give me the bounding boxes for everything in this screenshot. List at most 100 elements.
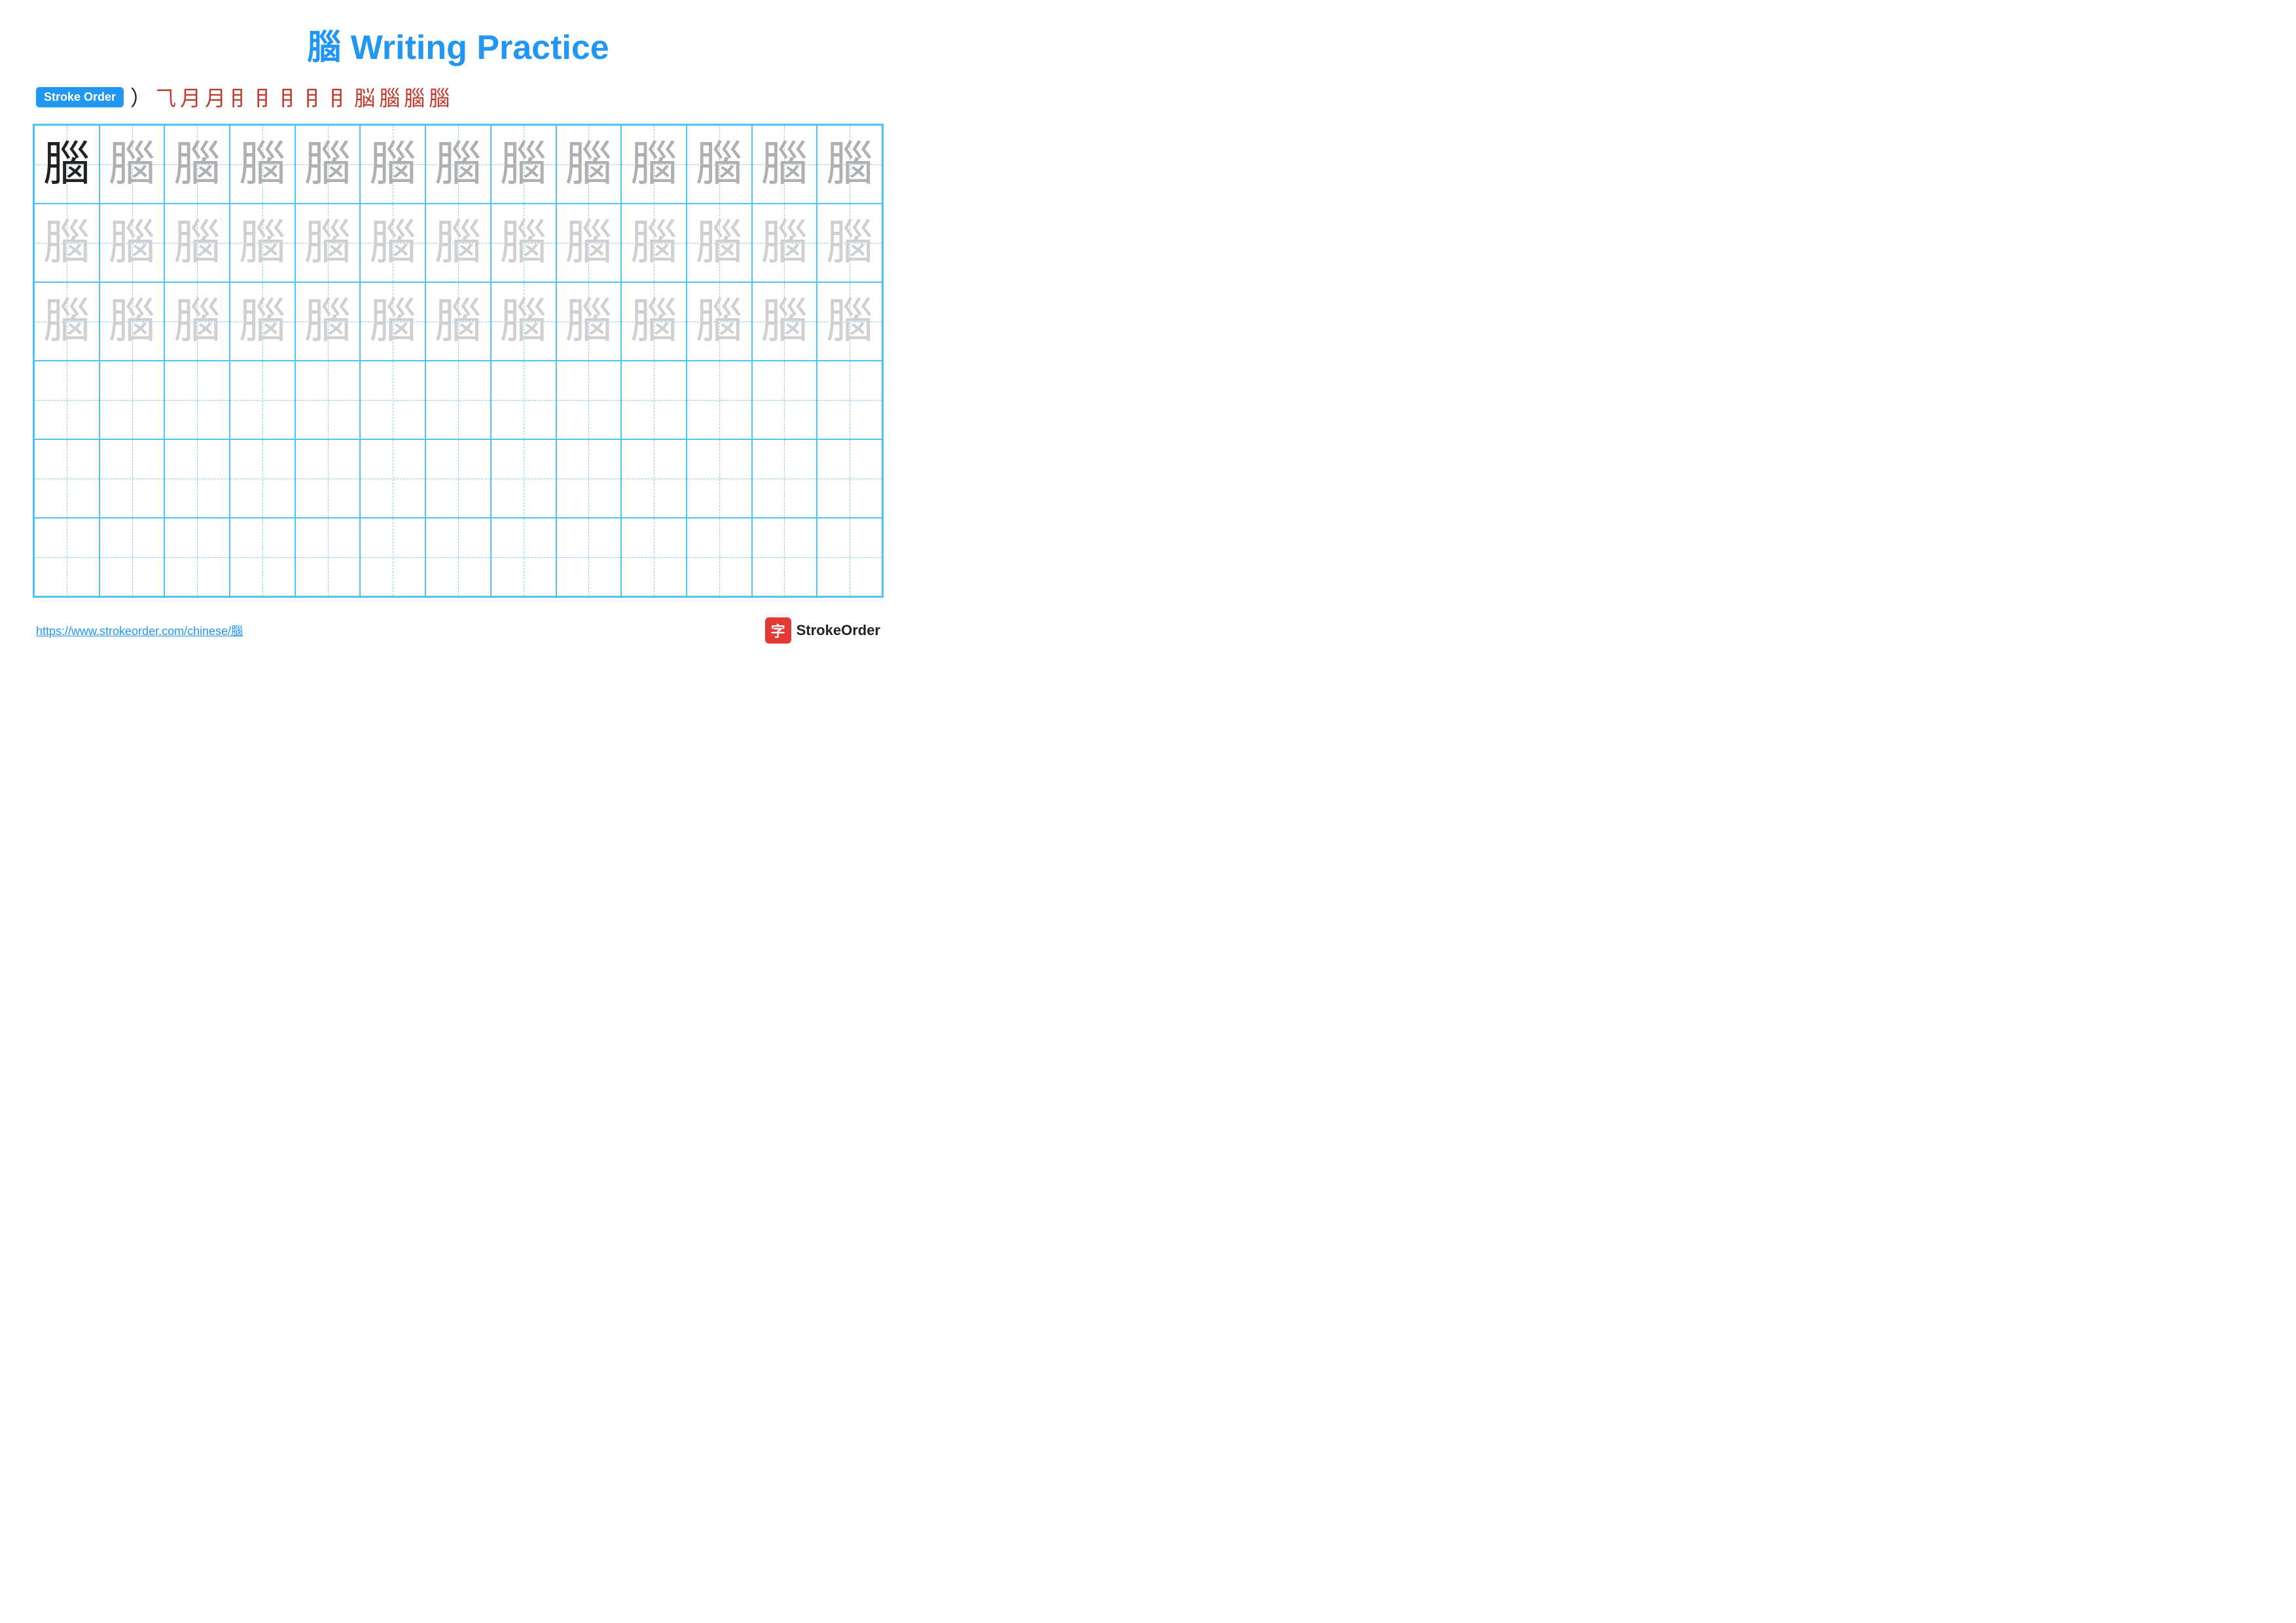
- grid-cell-r4-c8[interactable]: [491, 361, 556, 439]
- stroke-3: 月: [180, 82, 201, 112]
- practice-grid: 腦 腦 腦 腦 腦 腦 腦 腦 腦 腦 腦 腦 腦 腦 腦 腦 腦: [33, 124, 884, 598]
- grid-cell-r3-c3[interactable]: 腦: [164, 282, 230, 361]
- title-text: Writing Practice: [341, 29, 609, 67]
- grid-cell-r4-c11[interactable]: [687, 361, 752, 439]
- grid-cell-r3-c12[interactable]: 腦: [752, 282, 817, 361]
- grid-cell-r5-c5[interactable]: [295, 439, 361, 518]
- stroke-8: ⺝: [304, 82, 325, 112]
- char-r3-c1: 腦: [43, 298, 90, 345]
- grid-cell-r3-c10[interactable]: 腦: [621, 282, 687, 361]
- char-r1-c12: 腦: [761, 141, 808, 188]
- grid-cell-r2-c1[interactable]: 腦: [34, 204, 99, 282]
- grid-cell-r3-c13[interactable]: 腦: [817, 282, 882, 361]
- grid-cell-r4-c1[interactable]: [34, 361, 99, 439]
- grid-cell-r4-c5[interactable]: [295, 361, 361, 439]
- char-r3-c5: 腦: [304, 298, 351, 345]
- grid-cell-r6-c11[interactable]: [687, 518, 752, 596]
- grid-cell-r1-c11[interactable]: 腦: [687, 125, 752, 204]
- grid-cell-r2-c8[interactable]: 腦: [491, 204, 556, 282]
- grid-cell-r3-c8[interactable]: 腦: [491, 282, 556, 361]
- grid-cell-r5-c2[interactable]: [99, 439, 165, 518]
- stroke-1: ）: [130, 82, 151, 112]
- char-r3-c9: 腦: [565, 298, 612, 345]
- grid-cell-r1-c8[interactable]: 腦: [491, 125, 556, 204]
- char-r1-c4: 腦: [239, 141, 286, 188]
- grid-cell-r3-c11[interactable]: 腦: [687, 282, 752, 361]
- grid-cell-r1-c7[interactable]: 腦: [425, 125, 491, 204]
- grid-cell-r2-c3[interactable]: 腦: [164, 204, 230, 282]
- grid-cell-r1-c3[interactable]: 腦: [164, 125, 230, 204]
- grid-cell-r1-c4[interactable]: 腦: [230, 125, 295, 204]
- grid-cell-r6-c9[interactable]: [556, 518, 622, 596]
- grid-cell-r6-c5[interactable]: [295, 518, 361, 596]
- grid-cell-r5-c3[interactable]: [164, 439, 230, 518]
- grid-cell-r6-c2[interactable]: [99, 518, 165, 596]
- grid-cell-r1-c5[interactable]: 腦: [295, 125, 361, 204]
- stroke-2: ⺄: [155, 82, 176, 112]
- char-r3-c7: 腦: [435, 298, 482, 345]
- grid-cell-r6-c6[interactable]: [360, 518, 425, 596]
- grid-cell-r4-c9[interactable]: [556, 361, 622, 439]
- stroke-7: ⺝: [279, 82, 300, 112]
- char-r2-c1: 腦: [43, 219, 90, 266]
- grid-cell-r5-c7[interactable]: [425, 439, 491, 518]
- grid-cell-r1-c6[interactable]: 腦: [360, 125, 425, 204]
- grid-cell-r5-c13[interactable]: [817, 439, 882, 518]
- grid-cell-r3-c9[interactable]: 腦: [556, 282, 622, 361]
- grid-cell-r3-c5[interactable]: 腦: [295, 282, 361, 361]
- grid-cell-r3-c6[interactable]: 腦: [360, 282, 425, 361]
- grid-cell-r5-c10[interactable]: [621, 439, 687, 518]
- footer-url[interactable]: https://www.strokeorder.com/chinese/腦: [36, 622, 243, 639]
- grid-cell-r2-c11[interactable]: 腦: [687, 204, 752, 282]
- grid-cell-r6-c10[interactable]: [621, 518, 687, 596]
- grid-cell-r6-c13[interactable]: [817, 518, 882, 596]
- grid-cell-r4-c13[interactable]: [817, 361, 882, 439]
- grid-cell-r3-c2[interactable]: 腦: [99, 282, 165, 361]
- grid-cell-r2-c2[interactable]: 腦: [99, 204, 165, 282]
- stroke-order-row: Stroke Order ） ⺄ 月 月 ⺝ ⺝ ⺝ ⺝ ⺝ 脳 腦 腦 腦: [33, 82, 884, 112]
- grid-cell-r4-c10[interactable]: [621, 361, 687, 439]
- grid-cell-r2-c12[interactable]: 腦: [752, 204, 817, 282]
- grid-cell-r6-c1[interactable]: [34, 518, 99, 596]
- grid-cell-r1-c12[interactable]: 腦: [752, 125, 817, 204]
- grid-cell-r5-c12[interactable]: [752, 439, 817, 518]
- grid-cell-r2-c4[interactable]: 腦: [230, 204, 295, 282]
- stroke-10: 脳: [354, 82, 375, 112]
- grid-cell-r5-c6[interactable]: [360, 439, 425, 518]
- grid-cell-r6-c4[interactable]: [230, 518, 295, 596]
- grid-cell-r6-c12[interactable]: [752, 518, 817, 596]
- grid-cell-r4-c12[interactable]: [752, 361, 817, 439]
- grid-cell-r1-c2[interactable]: 腦: [99, 125, 165, 204]
- grid-cell-r1-c1[interactable]: 腦: [34, 125, 99, 204]
- grid-cell-r3-c4[interactable]: 腦: [230, 282, 295, 361]
- grid-cell-r4-c3[interactable]: [164, 361, 230, 439]
- grid-cell-r1-c13[interactable]: 腦: [817, 125, 882, 204]
- grid-cell-r4-c7[interactable]: [425, 361, 491, 439]
- grid-cell-r1-c10[interactable]: 腦: [621, 125, 687, 204]
- grid-cell-r5-c11[interactable]: [687, 439, 752, 518]
- grid-cell-r4-c4[interactable]: [230, 361, 295, 439]
- grid-cell-r4-c6[interactable]: [360, 361, 425, 439]
- grid-cell-r6-c8[interactable]: [491, 518, 556, 596]
- char-r3-c2: 腦: [109, 298, 156, 345]
- grid-cell-r6-c7[interactable]: [425, 518, 491, 596]
- grid-cell-r2-c6[interactable]: 腦: [360, 204, 425, 282]
- grid-cell-r3-c7[interactable]: 腦: [425, 282, 491, 361]
- grid-cell-r4-c2[interactable]: [99, 361, 165, 439]
- grid-cell-r2-c5[interactable]: 腦: [295, 204, 361, 282]
- grid-cell-r3-c1[interactable]: 腦: [34, 282, 99, 361]
- grid-cell-r5-c9[interactable]: [556, 439, 622, 518]
- grid-cell-r5-c1[interactable]: [34, 439, 99, 518]
- grid-cell-r2-c10[interactable]: 腦: [621, 204, 687, 282]
- grid-cell-r1-c9[interactable]: 腦: [556, 125, 622, 204]
- brand-label: StrokeOrder: [797, 622, 880, 639]
- title-char: 腦: [307, 29, 341, 67]
- grid-cell-r6-c3[interactable]: [164, 518, 230, 596]
- grid-cell-r2-c13[interactable]: 腦: [817, 204, 882, 282]
- grid-cell-r5-c8[interactable]: [491, 439, 556, 518]
- footer-brand: 字 StrokeOrder: [765, 617, 880, 644]
- char-r1-c9: 腦: [565, 141, 612, 188]
- grid-cell-r5-c4[interactable]: [230, 439, 295, 518]
- grid-cell-r2-c7[interactable]: 腦: [425, 204, 491, 282]
- grid-cell-r2-c9[interactable]: 腦: [556, 204, 622, 282]
